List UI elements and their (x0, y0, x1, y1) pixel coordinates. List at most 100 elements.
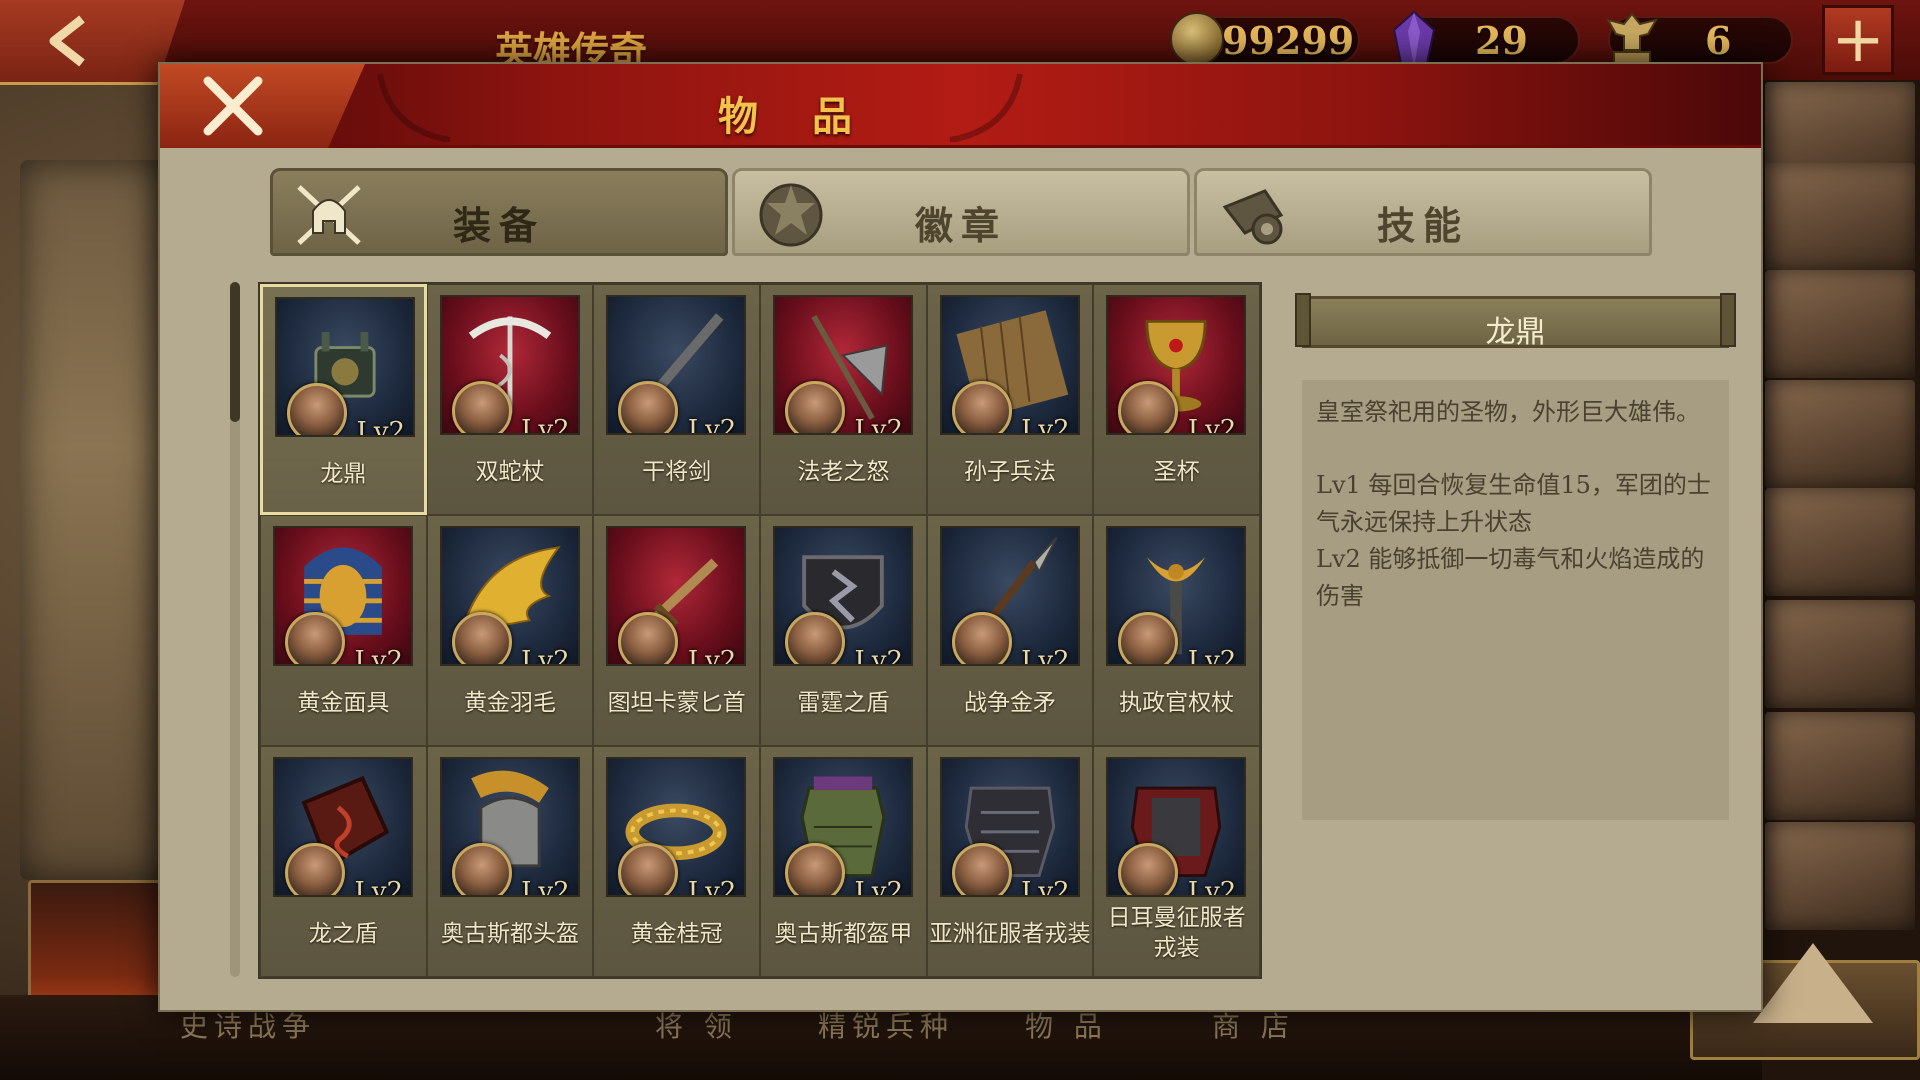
item-name: 日耳曼征服者戎装 (1107, 905, 1246, 961)
item-level: Lv2 (854, 415, 904, 435)
gem-value: 29 (1475, 18, 1528, 63)
item-slot[interactable]: Lv2 龙鼎 (260, 284, 427, 515)
close-icon (203, 76, 263, 136)
building-tile[interactable] (1765, 270, 1915, 378)
detail-description: 皇室祭祀用的圣物，外形巨大雄伟。 (1316, 398, 1700, 426)
building-tile[interactable] (1765, 163, 1915, 271)
hero-avatar (285, 843, 345, 895)
dagger-icon: Lv2 (606, 526, 747, 666)
tab-emblems[interactable]: 徽章 (732, 168, 1190, 256)
red-armor-icon: Lv2 (1106, 757, 1247, 897)
plus-icon: + (1831, 3, 1885, 77)
item-level: Lv2 (1021, 415, 1070, 435)
item-slot[interactable]: Lv2 雷霆之盾 (760, 515, 927, 746)
laurel-wreath-icon: Lv2 (606, 757, 747, 897)
item-name: 黄金羽毛 (463, 690, 556, 716)
building-tile[interactable] (1765, 822, 1915, 930)
tab-skills[interactable]: 技能 (1194, 168, 1652, 256)
hero-avatar (285, 612, 345, 664)
building-tile[interactable] (1765, 488, 1915, 596)
item-level: Lv2 (1187, 877, 1237, 897)
tab-equipment[interactable]: 装备 (270, 168, 728, 256)
hero-avatar (618, 612, 679, 664)
hero-avatar (785, 612, 845, 664)
item-slot[interactable]: Lv2 战争金矛 (926, 515, 1094, 746)
item-level: Lv2 (687, 646, 737, 666)
item-name: 奥古斯都头盔 (440, 921, 579, 947)
item-name: 雷霆之盾 (797, 690, 890, 716)
hero-avatar (1118, 843, 1179, 895)
hero-avatar (1118, 381, 1179, 433)
item-level: Lv2 (854, 877, 904, 897)
item-level: Lv2 (521, 877, 570, 897)
scrollbar-thumb[interactable] (230, 282, 240, 422)
item-level: Lv2 (1021, 646, 1070, 666)
armor-icon: Lv2 (773, 757, 913, 897)
item-slot[interactable]: Lv2 龙之盾 (260, 746, 427, 977)
item-level: Lv2 (521, 646, 570, 666)
item-level: Lv2 (687, 877, 737, 897)
item-level: Lv2 (854, 646, 904, 666)
cauldron-icon: Lv2 (275, 297, 415, 437)
item-slot[interactable]: Lv2 日耳曼征服者戎装 (1093, 746, 1260, 977)
item-name: 黄金面具 (297, 690, 390, 716)
spqr-value: 6 (1705, 18, 1732, 63)
item-name: 法老之怒 (797, 459, 890, 485)
grail-icon: Lv2 (1106, 295, 1247, 435)
item-name: 图坦卡蒙匕首 (607, 690, 746, 716)
hero-avatar (951, 381, 1012, 433)
item-slot[interactable]: Lv2 黄金桂冠 (593, 746, 760, 977)
hero-avatar (451, 381, 512, 433)
item-slot[interactable]: Lv2 法老之怒 (760, 284, 927, 515)
add-resource-button[interactable]: + (1822, 5, 1894, 75)
item-slot[interactable]: Lv2 图坦卡蒙匕首 (593, 515, 760, 746)
hero-avatar (287, 383, 347, 435)
pharaoh-mask-icon: Lv2 (273, 526, 413, 666)
item-name: 执政官权杖 (1119, 690, 1235, 716)
building-tile[interactable] (1765, 712, 1915, 820)
hero-avatar (785, 381, 845, 433)
dark-armor-icon: Lv2 (939, 757, 1080, 897)
hero-avatar (785, 843, 845, 895)
detail-panel: 皇室祭祀用的圣物，外形巨大雄伟。 Lv1 每回合恢复生命值15，军团的士气永远保… (1302, 380, 1729, 820)
eagle-scepter-icon: Lv2 (1106, 526, 1247, 666)
map-parchment (20, 160, 170, 880)
hero-avatar (951, 843, 1012, 895)
bamboo-scroll-icon: Lv2 (939, 295, 1080, 435)
detail-level-1: Lv1 每回合恢复生命值15，军团的士气永远保持上升状态 (1316, 471, 1711, 536)
hero-avatar (1118, 612, 1179, 664)
item-name: 战争金矛 (963, 690, 1056, 716)
item-slot[interactable]: Lv2 奥古斯都头盔 (426, 746, 594, 977)
building-tile[interactable] (1765, 380, 1915, 488)
hero-avatar (951, 612, 1012, 664)
item-slot[interactable]: Lv2 双蛇杖 (426, 284, 594, 515)
dialog-header: 物 品 (160, 64, 1761, 148)
item-slot[interactable]: Lv2 黄金面具 (260, 515, 427, 746)
hero-avatar (618, 843, 679, 895)
thunder-shield-icon: Lv2 (773, 526, 913, 666)
coin-icon (1170, 12, 1224, 66)
item-slot[interactable]: Lv2 黄金羽毛 (426, 515, 594, 746)
item-name: 龙之盾 (308, 921, 378, 947)
tab-equipment-label: 装备 (452, 203, 545, 248)
item-slot[interactable]: Lv2 干将剑 (593, 284, 760, 515)
item-slot[interactable]: Lv2 奥古斯都盔甲 (760, 746, 927, 977)
item-slot[interactable]: Lv2 孙子兵法 (926, 284, 1094, 515)
item-slot[interactable]: Lv2 执政官权杖 (1093, 515, 1260, 746)
item-slot[interactable]: Lv2 亚洲征服者戎装 (926, 746, 1094, 977)
item-level: Lv2 (354, 877, 404, 897)
axe-icon: Lv2 (773, 295, 913, 435)
tab-emblems-label: 徽章 (914, 203, 1007, 248)
item-name: 亚洲征服者戎装 (929, 921, 1091, 947)
caduceus-icon: Lv2 (439, 295, 580, 435)
sword-icon: Lv2 (606, 295, 747, 435)
detail-level-2: Lv2 能够抵御一切毒气和火焰造成的伤害 (1316, 545, 1705, 610)
building-tile[interactable] (1765, 600, 1915, 708)
item-name: 黄金桂冠 (630, 921, 723, 947)
hero-avatar (451, 612, 512, 664)
spear-icon: Lv2 (939, 526, 1080, 666)
item-level: Lv2 (1021, 877, 1070, 897)
item-slot[interactable]: Lv2 圣杯 (1093, 284, 1260, 515)
item-name: 奥古斯都盔甲 (774, 921, 913, 947)
hero-avatar (451, 843, 512, 895)
